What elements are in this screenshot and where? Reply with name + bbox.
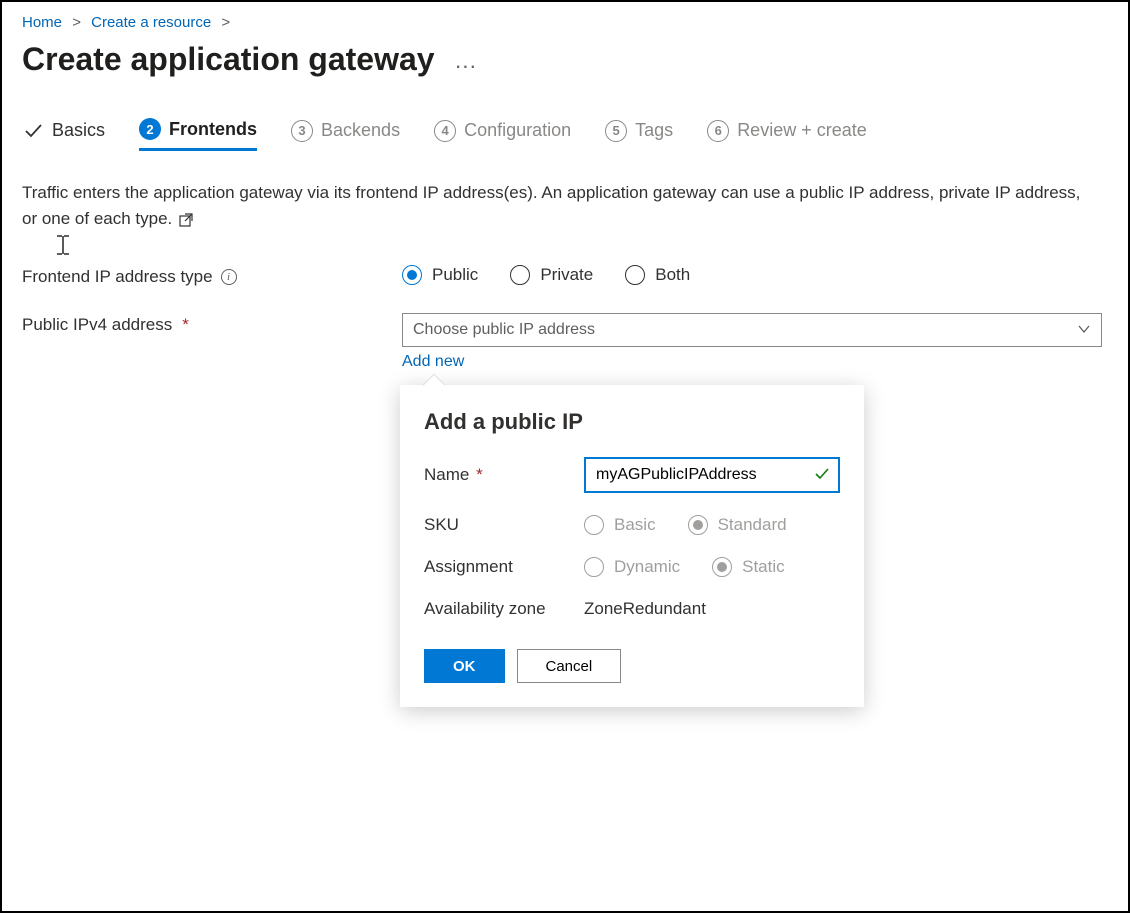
- radio-icon: [584, 557, 604, 577]
- radio-icon: [510, 265, 530, 285]
- name-label: Name: [424, 465, 469, 484]
- chevron-right-icon: >: [221, 14, 230, 31]
- frontend-ip-type-radio-group: Public Private Both: [402, 265, 1108, 285]
- radio-assignment-dynamic: Dynamic: [584, 557, 680, 577]
- required-indicator: *: [476, 465, 483, 484]
- radio-label: Private: [540, 265, 593, 285]
- more-actions-button[interactable]: ···: [454, 55, 476, 77]
- availability-zone-value: ZoneRedundant: [584, 599, 706, 618]
- name-input-wrapper: [584, 457, 840, 493]
- tab-label: Configuration: [464, 120, 571, 141]
- breadcrumb: Home > Create a resource >: [22, 14, 1108, 31]
- select-placeholder: Choose public IP address: [413, 321, 595, 339]
- tab-backends[interactable]: 3 Backends: [291, 120, 400, 150]
- sku-label: SKU: [424, 515, 584, 535]
- name-input[interactable]: [596, 466, 808, 484]
- step-number: 6: [707, 120, 729, 142]
- tab-frontends[interactable]: 2 Frontends: [139, 118, 257, 151]
- radio-label: Dynamic: [614, 557, 680, 577]
- add-new-link[interactable]: Add new: [402, 353, 464, 371]
- add-public-ip-callout: Add a public IP Name *: [400, 385, 864, 707]
- check-icon: [22, 120, 44, 142]
- availability-zone-label: Availability zone: [424, 599, 584, 619]
- radio-sku-basic: Basic: [584, 515, 656, 535]
- radio-sku-standard: Standard: [688, 515, 787, 535]
- cancel-button[interactable]: Cancel: [517, 649, 622, 683]
- step-number: 3: [291, 120, 313, 142]
- tab-label: Tags: [635, 120, 673, 141]
- step-number: 4: [434, 120, 456, 142]
- radio-label: Basic: [614, 515, 656, 535]
- callout-title: Add a public IP: [424, 409, 840, 435]
- page-title: Create application gateway: [22, 41, 435, 78]
- radio-both[interactable]: Both: [625, 265, 690, 285]
- radio-icon: [402, 265, 422, 285]
- radio-icon: [625, 265, 645, 285]
- info-icon[interactable]: i: [221, 269, 237, 285]
- radio-label: Standard: [718, 515, 787, 535]
- public-ip-select[interactable]: Choose public IP address: [402, 313, 1102, 347]
- chevron-down-icon: [1077, 322, 1091, 339]
- radio-icon: [712, 557, 732, 577]
- tab-label: Frontends: [169, 119, 257, 140]
- step-number: 2: [139, 118, 161, 140]
- frontend-ip-type-label: Frontend IP address type: [22, 267, 213, 287]
- breadcrumb-home[interactable]: Home: [22, 14, 62, 31]
- radio-icon: [688, 515, 708, 535]
- sku-radio-group: Basic Standard: [584, 515, 840, 535]
- radio-label: Public: [432, 265, 478, 285]
- radio-public[interactable]: Public: [402, 265, 478, 285]
- assignment-radio-group: Dynamic Static: [584, 557, 840, 577]
- tab-tags[interactable]: 5 Tags: [605, 120, 673, 150]
- breadcrumb-create-resource[interactable]: Create a resource: [91, 14, 211, 31]
- step-number: 5: [605, 120, 627, 142]
- radio-assignment-static: Static: [712, 557, 785, 577]
- public-ip-label: Public IPv4 address: [22, 315, 172, 335]
- radio-label: Both: [655, 265, 690, 285]
- required-indicator: *: [182, 315, 189, 335]
- assignment-label: Assignment: [424, 557, 584, 577]
- text-cursor-icon: [54, 234, 72, 256]
- radio-label: Static: [742, 557, 785, 577]
- radio-icon: [584, 515, 604, 535]
- tab-label: Backends: [321, 120, 400, 141]
- external-link-icon[interactable]: [179, 211, 193, 227]
- tab-label: Review + create: [737, 120, 867, 141]
- tab-basics[interactable]: Basics: [22, 120, 105, 150]
- valid-check-icon: [814, 466, 830, 485]
- wizard-tabs: Basics 2 Frontends 3 Backends 4 Configur…: [22, 118, 1108, 152]
- chevron-right-icon: >: [72, 14, 81, 31]
- ok-button[interactable]: OK: [424, 649, 505, 683]
- tab-review-create[interactable]: 6 Review + create: [707, 120, 867, 150]
- tab-configuration[interactable]: 4 Configuration: [434, 120, 571, 150]
- radio-private[interactable]: Private: [510, 265, 593, 285]
- tab-label: Basics: [52, 120, 105, 141]
- tab-description: Traffic enters the application gateway v…: [22, 180, 1082, 231]
